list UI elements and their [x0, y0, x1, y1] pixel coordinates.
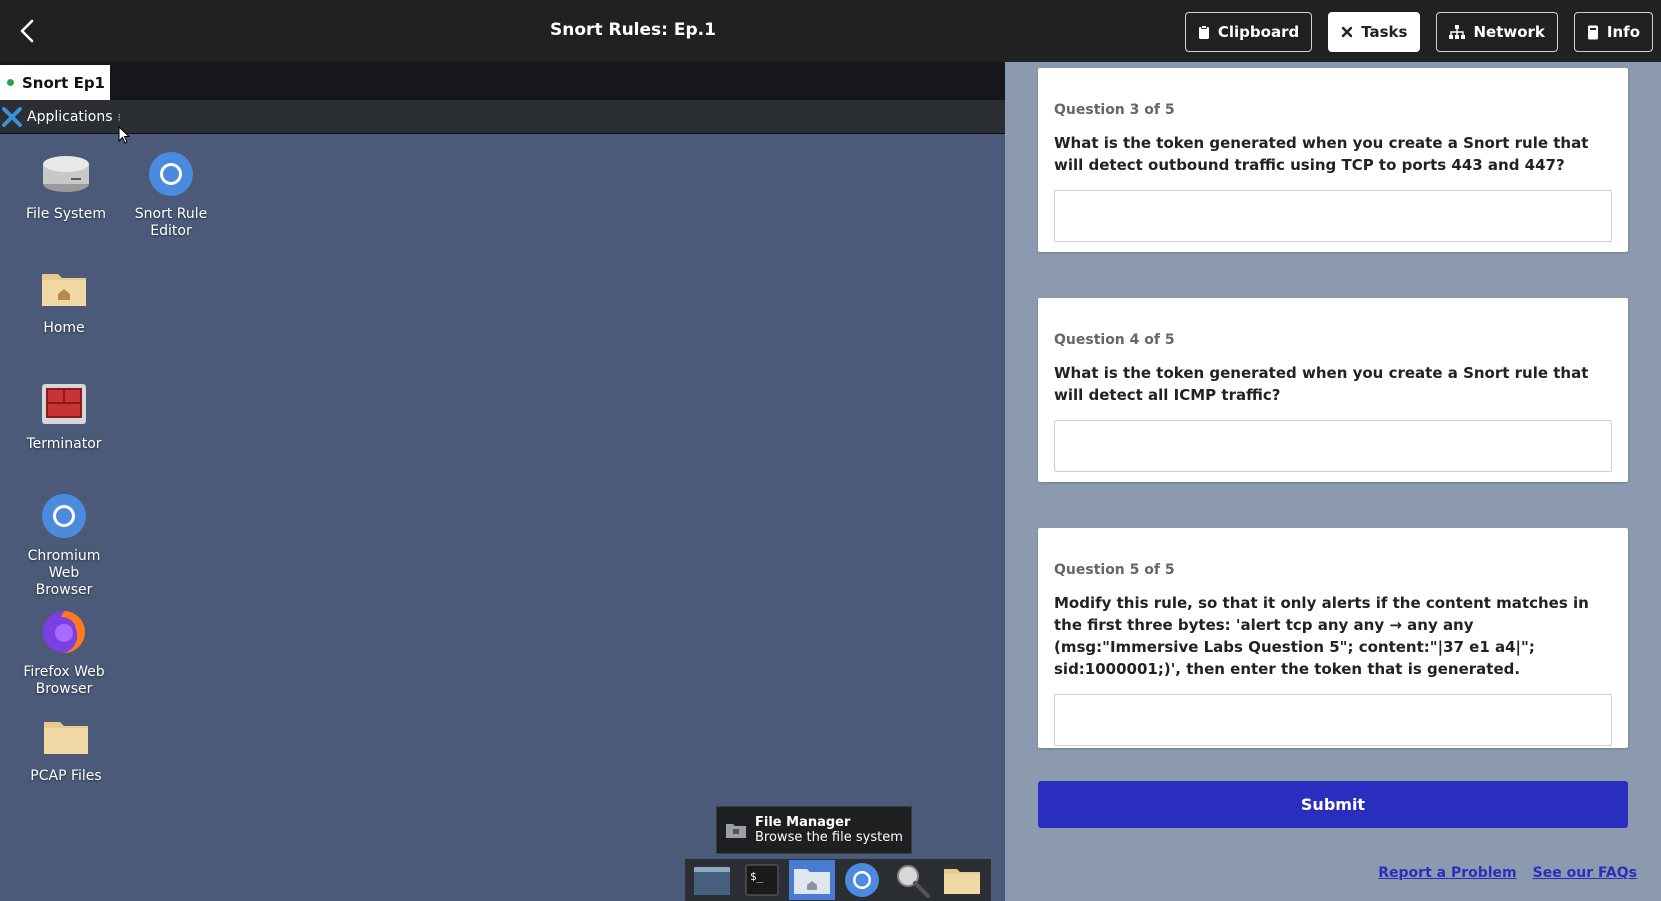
info-label: Info — [1606, 23, 1640, 41]
top-actions: Clipboard Tasks Network Info — [1184, 12, 1653, 52]
clipboard-label: Clipboard — [1217, 23, 1300, 41]
hard-drive-icon — [43, 156, 89, 192]
answer-input-4[interactable] — [1054, 420, 1612, 472]
book-icon — [1587, 25, 1598, 39]
session-tab-label: Snort Ep1 — [22, 73, 105, 92]
desktop-icon-label: Home — [43, 320, 85, 336]
magnifier-icon — [897, 865, 930, 898]
top-bar: Snort Rules: Ep.1 Clipboard Tasks Networ… — [0, 0, 1661, 62]
folder-icon — [944, 869, 980, 894]
question-card-3: Question 3 of 5 What is the token genera… — [1038, 68, 1628, 252]
desktop-icon-label: Chromium Web Browser — [27, 548, 101, 598]
tooltip-title: File Manager — [755, 815, 851, 830]
terminator-icon — [42, 384, 86, 424]
desktop-icon-home[interactable]: Home — [9, 262, 119, 337]
desktop-icon-label: Firefox Web Browser — [23, 664, 105, 697]
chromium-icon — [845, 863, 879, 897]
file-manager-icon — [726, 824, 746, 838]
status-dot — [7, 79, 14, 86]
desktop-icon-chromium[interactable]: Chromium Web Browser — [9, 490, 119, 599]
folder-icon — [44, 722, 88, 754]
tasks-label: Tasks — [1361, 23, 1408, 41]
desktop-icon-file-system[interactable]: File System — [11, 148, 121, 223]
desktop-icon-label: Terminator — [26, 436, 102, 452]
applications-label: Applications — [27, 109, 113, 125]
desktop-icon-label: File System — [25, 206, 107, 222]
question-text: Modify this rule, so that it only alerts… — [1054, 594, 1589, 678]
file-manager-tooltip: File Manager Browse the file system — [716, 806, 912, 854]
dock-search[interactable] — [889, 860, 935, 900]
tasks-button[interactable]: Tasks — [1328, 12, 1421, 52]
desktop-icon-pcap-files[interactable]: PCAP Files — [11, 710, 121, 785]
mouse-cursor-icon — [118, 126, 130, 144]
close-icon — [1342, 26, 1353, 38]
dock-terminal[interactable]: $_ — [739, 860, 785, 900]
desktop-icon-terminator[interactable]: Terminator — [9, 378, 119, 453]
dock-folder[interactable] — [939, 860, 985, 900]
question-card-4: Question 4 of 5 What is the token genera… — [1038, 298, 1628, 482]
desktop-icon-firefox[interactable]: Firefox Web Browser — [9, 606, 119, 698]
tooltip-subtitle: Browse the file system — [755, 830, 903, 845]
svg-text:$_: $_ — [750, 870, 764, 883]
show-desktop-icon — [694, 867, 730, 895]
chromium-icon — [42, 494, 86, 538]
desktop-icon-label: Snort Rule Editor — [134, 206, 208, 239]
desktop-icon-snort-rule-editor[interactable]: Snort Rule Editor — [116, 148, 226, 240]
dock-file-manager[interactable] — [789, 860, 835, 900]
report-problem-link[interactable]: Report a Problem — [1378, 865, 1516, 881]
firefox-icon — [43, 611, 85, 653]
question-text: What is the token generated when you cre… — [1054, 364, 1589, 404]
home-folder-icon — [794, 869, 830, 894]
question-number: Question 3 of 5 — [1054, 102, 1175, 118]
clipboard-button[interactable]: Clipboard — [1184, 12, 1313, 52]
page-title: Snort Rules: Ep.1 — [550, 20, 716, 40]
network-icon — [1449, 25, 1466, 39]
network-button[interactable]: Network — [1436, 12, 1558, 52]
terminal-icon: $_ — [745, 864, 779, 896]
question-text: What is the token generated when you cre… — [1054, 134, 1589, 174]
answer-input-5[interactable] — [1054, 694, 1612, 746]
info-button[interactable]: Info — [1573, 12, 1653, 52]
session-tab[interactable]: Snort Ep1 — [0, 65, 110, 100]
task-panel: Question 3 of 5 What is the token genera… — [1005, 62, 1661, 901]
desktop-icon-label: PCAP Files — [30, 768, 102, 784]
applications-menu[interactable]: Applications ⁝ — [0, 104, 121, 130]
dock: $_ — [685, 859, 991, 901]
submit-button[interactable]: Submit — [1038, 781, 1628, 828]
faq-link[interactable]: See our FAQs — [1533, 865, 1637, 881]
chromium-icon — [149, 152, 193, 196]
home-folder-icon — [42, 274, 86, 306]
network-label: Network — [1473, 23, 1545, 41]
question-number: Question 5 of 5 — [1054, 562, 1175, 578]
dock-browser[interactable] — [839, 860, 885, 900]
desktop-panel: Applications ⁝ — [0, 100, 1005, 134]
xfce-logo-icon — [2, 107, 22, 127]
question-card-5: Question 5 of 5 Modify this rule, so tha… — [1038, 528, 1628, 748]
footer-links: Report a Problem See our FAQs — [1378, 865, 1637, 881]
clipboard-icon — [1198, 24, 1209, 39]
remote-desktop[interactable]: Snort Ep1 Applications ⁝ File System Sno… — [0, 62, 1005, 901]
question-number: Question 4 of 5 — [1054, 332, 1175, 348]
dock-show-desktop[interactable] — [689, 860, 735, 900]
session-bar: Snort Ep1 — [0, 62, 1005, 100]
menu-handle-icon: ⁝ — [117, 110, 122, 124]
answer-input-3[interactable] — [1054, 190, 1612, 242]
